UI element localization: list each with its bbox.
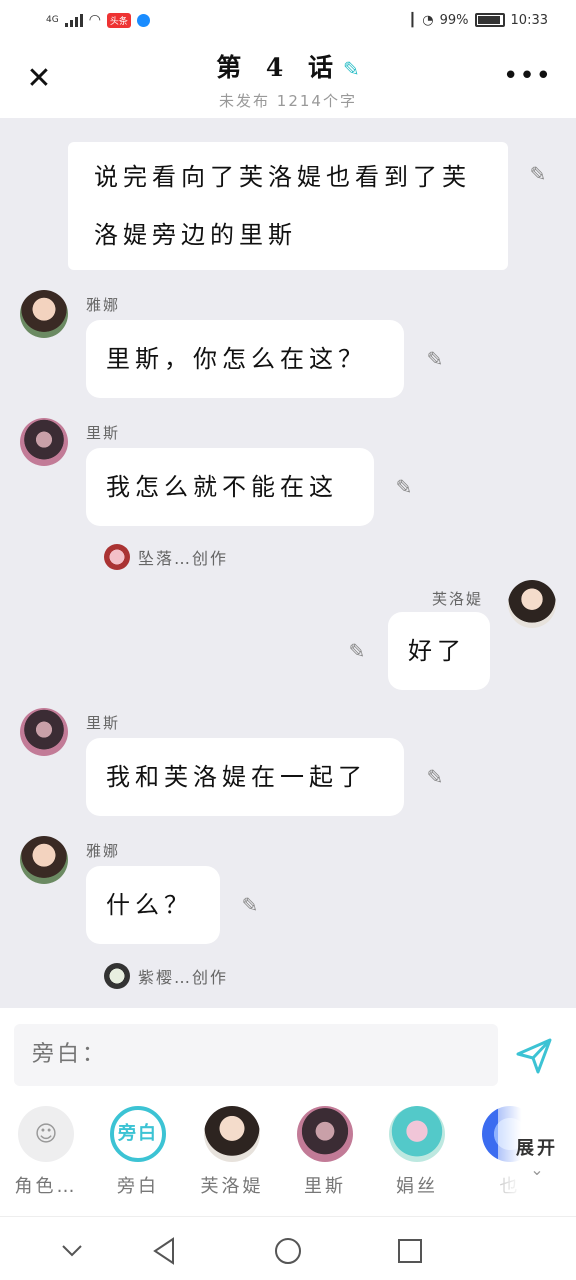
- edit-title-icon[interactable]: ✎: [343, 57, 360, 81]
- signal-icon: [64, 13, 83, 27]
- sender-name: 雅娜: [86, 296, 121, 314]
- edit-icon[interactable]: ✎: [526, 162, 550, 186]
- char-label: 里斯: [304, 1176, 346, 1197]
- expand-button[interactable]: 展开 ⌄: [498, 1094, 576, 1216]
- speed-icon: ◔: [422, 12, 434, 28]
- character-avatar: [204, 1106, 260, 1162]
- word-count-subtitle: 未发布 1214个字: [219, 92, 357, 110]
- message-bubble[interactable]: 里斯，你怎么在这？: [86, 320, 404, 398]
- avatar-fuluoti[interactable]: [508, 580, 556, 628]
- narration-bubble[interactable]: 说完看向了芙洛媞也看到了芙洛媞旁边的里斯: [68, 142, 508, 270]
- creator-label: 坠落…创作: [138, 549, 229, 568]
- edit-icon[interactable]: ✎: [423, 347, 447, 371]
- more-options-icon[interactable]: •••: [503, 63, 552, 89]
- avatar-yana[interactable]: [20, 836, 68, 884]
- news-app-badge: 头条: [106, 12, 131, 28]
- message-bubble[interactable]: 我怎么就不能在这: [86, 448, 374, 526]
- narration-input[interactable]: [14, 1024, 498, 1086]
- expand-label: 展开: [516, 1138, 558, 1159]
- status-bar: 4G ◠ 头条 ┃ ◔ 99% 10:33: [0, 0, 576, 40]
- sender-name: 雅娜: [86, 842, 121, 860]
- creator-credit: 紫樱…创作: [104, 963, 228, 989]
- edit-icon[interactable]: ✎: [392, 475, 416, 499]
- sender-name: 里斯: [86, 424, 121, 442]
- hide-keyboard-icon[interactable]: [52, 1231, 92, 1271]
- avatar-yana[interactable]: [20, 290, 68, 338]
- chevron-down-icon: ⌄: [530, 1160, 544, 1179]
- sender-name: 里斯: [86, 714, 121, 732]
- sender-name: 芙洛媞: [432, 590, 484, 608]
- character-fuluoti[interactable]: 芙洛媞: [192, 1106, 272, 1198]
- back-icon[interactable]: [144, 1231, 184, 1271]
- send-icon[interactable]: [512, 1034, 556, 1078]
- char-label: 芙洛媞: [200, 1176, 264, 1197]
- character-avatar: [297, 1106, 353, 1162]
- system-nav-bar: [0, 1216, 576, 1280]
- narration-select-button[interactable]: 旁白 旁白: [98, 1106, 178, 1198]
- role-select-button[interactable]: ☺ 角色…: [6, 1106, 86, 1198]
- creator-avatar: [104, 544, 130, 570]
- vibrate-icon: ┃: [408, 12, 417, 28]
- recents-icon[interactable]: [390, 1231, 430, 1271]
- character-rise[interactable]: 里斯: [285, 1106, 365, 1198]
- creator-credit: 坠落…创作: [104, 544, 228, 570]
- home-icon[interactable]: [268, 1231, 308, 1271]
- battery-icon: [474, 13, 505, 27]
- edit-icon[interactable]: ✎: [345, 639, 369, 663]
- network-label: 4G: [46, 15, 59, 25]
- app-notification-icon: [136, 13, 150, 27]
- creator-label: 紫樱…创作: [138, 968, 229, 987]
- edit-icon[interactable]: ✎: [423, 765, 447, 789]
- creator-avatar: [104, 963, 130, 989]
- avatar-rise[interactable]: [20, 708, 68, 756]
- avatar-rise[interactable]: [20, 418, 68, 466]
- edit-icon[interactable]: ✎: [238, 893, 262, 917]
- character-avatar: [389, 1106, 445, 1162]
- wifi-icon: ◠: [88, 12, 101, 28]
- chat-area[interactable]: 说完看向了芙洛媞也看到了芙洛媞旁边的里斯 ✎ 雅娜 里斯，你怎么在这？ ✎ 里斯…: [0, 118, 576, 1008]
- message-bubble[interactable]: 什么？: [86, 866, 220, 944]
- header: ✕ 第 4 话 ✎ 未发布 1214个字 •••: [0, 40, 576, 118]
- message-bubble[interactable]: 好了: [388, 612, 490, 690]
- character-juansi[interactable]: 娟丝: [377, 1106, 457, 1198]
- char-label: 角色…: [14, 1176, 78, 1197]
- char-label: 旁白: [117, 1176, 159, 1197]
- page-title: 第 4 话: [216, 53, 342, 82]
- character-strip: ☺ 角色… 旁白 旁白 芙洛媞 里斯 娟丝 也 展开 ⌄: [0, 1094, 576, 1216]
- input-bar: [0, 1008, 576, 1094]
- narration-icon: 旁白: [110, 1106, 166, 1162]
- clock: 10:33: [510, 12, 548, 28]
- message-bubble[interactable]: 我和芙洛媞在一起了: [86, 738, 404, 816]
- char-label: 娟丝: [396, 1176, 438, 1197]
- person-icon: ☺: [18, 1106, 74, 1162]
- battery-percent: 99%: [439, 12, 469, 28]
